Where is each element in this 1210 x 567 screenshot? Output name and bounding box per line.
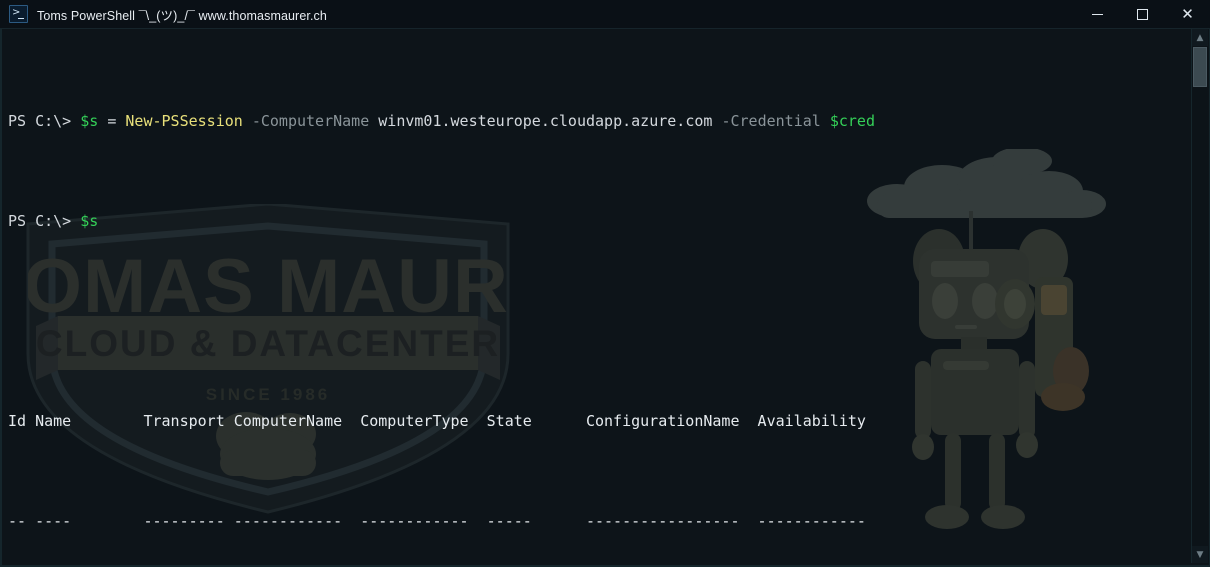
- prompt: PS C:\>: [8, 112, 81, 130]
- terminal-output[interactable]: PS C:\> $s = New-PSSession -ComputerName…: [8, 31, 893, 565]
- powershell-icon: >: [9, 5, 28, 23]
- terminal-line-command-2: PS C:\> $s: [8, 211, 893, 231]
- close-button[interactable]: ✕: [1165, 0, 1210, 29]
- maximize-icon: [1137, 8, 1148, 20]
- maximize-button[interactable]: [1120, 0, 1165, 29]
- robot-watermark: [867, 149, 1106, 529]
- robot-cloud-icon: [867, 149, 1106, 218]
- prompt: PS C:\>: [8, 212, 81, 230]
- vertical-scrollbar[interactable]: ▲ ▼: [1191, 29, 1208, 563]
- table-rule-row: -- ---- --------- ------------ ---------…: [8, 512, 866, 530]
- cmdlet-new-pssession: New-PSSession: [125, 112, 243, 130]
- table-header-row: Id Name Transport ComputerName ComputerT…: [8, 412, 866, 430]
- scrollbar-up-arrow-icon[interactable]: ▲: [1192, 29, 1208, 46]
- scrollbar-down-arrow-icon[interactable]: ▼: [1192, 546, 1208, 563]
- title-bar-left: > Toms PowerShell ¯\_(ツ)_/¯ www.thomasma…: [0, 5, 1075, 24]
- minimize-icon: [1092, 13, 1103, 15]
- param-computername: -ComputerName: [242, 112, 370, 130]
- window-title: Toms PowerShell ¯\_(ツ)_/¯ www.thomasmaur…: [37, 8, 327, 23]
- operator-equals: =: [98, 112, 126, 130]
- scrollbar-thumb[interactable]: [1193, 47, 1207, 87]
- scrollbar-track[interactable]: [1192, 46, 1208, 546]
- title-bar[interactable]: > Toms PowerShell ¯\_(ツ)_/¯ www.thomasma…: [0, 0, 1210, 29]
- variable-s: $s: [80, 212, 99, 230]
- powershell-icon-underscore: [18, 17, 24, 19]
- value-computername: winvm01.westeurope.cloudapp.azure.com: [369, 112, 713, 130]
- minimize-button[interactable]: [1075, 0, 1120, 29]
- param-credential: -Credential: [712, 112, 821, 130]
- terminal-line-command-1: PS C:\> $s = New-PSSession -ComputerName…: [8, 111, 893, 131]
- powershell-window: > Toms PowerShell ¯\_(ツ)_/¯ www.thomasma…: [0, 0, 1210, 567]
- close-icon: ✕: [1181, 5, 1194, 23]
- console-body[interactable]: THOMAS MAURER CLOUD & DATACENTER SINCE 1…: [0, 29, 1210, 567]
- variable-s: $s: [80, 112, 99, 130]
- powershell-icon-chevron: >: [12, 6, 21, 18]
- window-controls: ✕: [1075, 0, 1210, 29]
- variable-cred: $cred: [820, 112, 875, 130]
